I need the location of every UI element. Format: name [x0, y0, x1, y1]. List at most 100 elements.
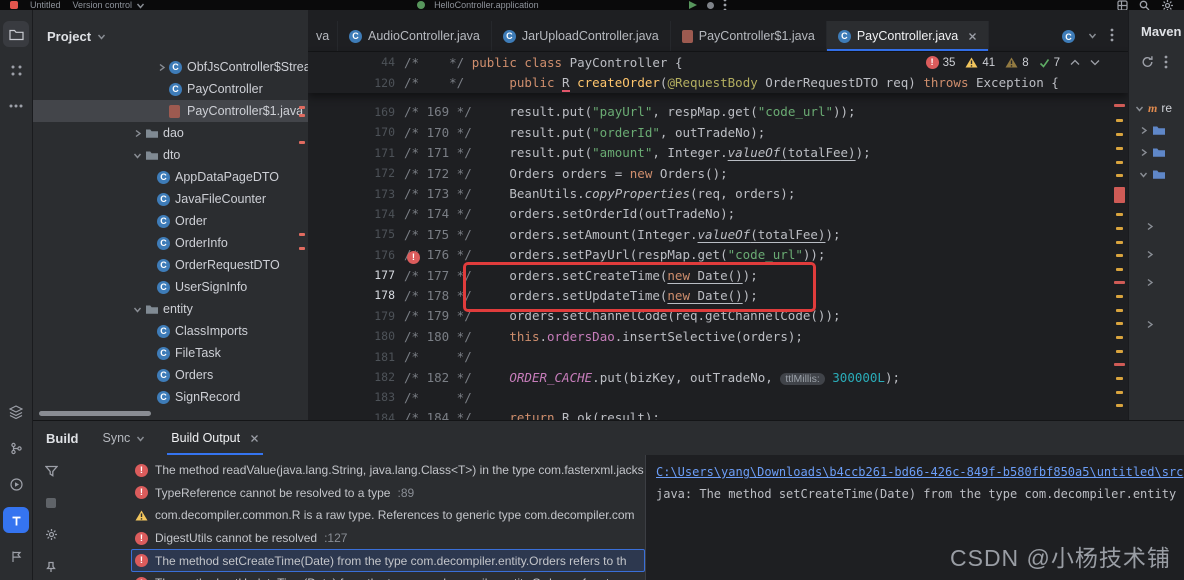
line-number[interactable]: 172: [308, 166, 404, 180]
debug-icon[interactable]: [707, 2, 714, 9]
line-number[interactable]: 171: [308, 146, 404, 160]
line-number[interactable]: 184: [308, 411, 404, 420]
tree-item-paycontroller[interactable]: CPayController: [33, 78, 308, 100]
build-message[interactable]: !The method setCreateTime(Date) from the…: [131, 549, 645, 572]
more-actions-icon[interactable]: [723, 0, 727, 10]
more-tool-windows-button[interactable]: [3, 93, 29, 119]
class-icon[interactable]: C: [1062, 29, 1075, 44]
horizontal-scrollbar[interactable]: [39, 411, 151, 416]
chevron-right-icon[interactable]: [153, 63, 169, 72]
weak-warning-count[interactable]: 8: [1005, 57, 1028, 69]
code-line[interactable]: 179/* 179 */ orders.setChannelCode(req.g…: [308, 306, 1128, 326]
maven-item[interactable]: [1145, 244, 1154, 264]
project-name-menu[interactable]: Untitled: [30, 0, 61, 10]
build-message[interactable]: !The method readValue(java.lang.String, …: [131, 459, 645, 482]
tree-item-orderinfo[interactable]: COrderInfo: [33, 232, 308, 254]
line-number[interactable]: 180: [308, 329, 404, 343]
code-line[interactable]: 120/* */ public R createOrder(@RequestBo…: [308, 72, 1128, 92]
line-number[interactable]: 183: [308, 390, 404, 404]
version-control-button[interactable]: [3, 435, 29, 461]
stop-icon[interactable]: [46, 497, 56, 511]
build-message[interactable]: !DigestUtils cannot be resolved:127: [131, 527, 645, 550]
tree-item-signrecord[interactable]: CSignRecord: [33, 386, 308, 408]
file-path-link[interactable]: C:\Users\yang\Downloads\b4ccb261-bd66-42…: [656, 465, 1180, 479]
code-line[interactable]: 171/* 171 */ result.put("amount", Intege…: [308, 143, 1128, 163]
build-tab-sync[interactable]: Sync: [99, 421, 150, 455]
tree-item-classimports[interactable]: CClassImports: [33, 320, 308, 342]
code-line[interactable]: 180/* 180 */ this.ordersDao.insertSelect…: [308, 326, 1128, 346]
settings-gear-icon[interactable]: [1161, 0, 1174, 10]
chevron-down-icon[interactable]: [129, 305, 145, 314]
chevron-down-icon[interactable]: [1088, 29, 1097, 43]
services-button[interactable]: [3, 399, 29, 425]
tree-item-order[interactable]: COrder: [33, 210, 308, 232]
maven-item[interactable]: [1145, 314, 1154, 334]
kebab-icon[interactable]: [1110, 28, 1114, 45]
tree-item-entity[interactable]: entity: [33, 298, 308, 320]
maven-item[interactable]: [1139, 164, 1166, 184]
bookmarks-button[interactable]: [3, 543, 29, 569]
line-number[interactable]: 176: [308, 248, 404, 262]
app-logo-icon[interactable]: [10, 1, 18, 9]
prev-problem-button[interactable]: [1070, 59, 1080, 66]
code-line[interactable]: 170/* 170 */ result.put("orderId", outTr…: [308, 122, 1128, 142]
tree-item-javafilecounter[interactable]: CJavaFileCounter: [33, 188, 308, 210]
vcs-widget[interactable]: Version control: [73, 0, 146, 10]
code-line[interactable]: 184/* 184 */ return R.ok(result);: [308, 408, 1128, 420]
error-count[interactable]: ! 35: [926, 56, 956, 69]
code-editor[interactable]: 169/* 169 */ result.put("payUrl", respMa…: [308, 93, 1128, 420]
line-number[interactable]: 173: [308, 187, 404, 201]
line-number[interactable]: 174: [308, 207, 404, 221]
run-button[interactable]: [3, 471, 29, 497]
chevron-right-icon[interactable]: [129, 129, 145, 138]
line-number[interactable]: 182: [308, 370, 404, 384]
line-number[interactable]: 120: [308, 76, 404, 90]
code-line[interactable]: 169/* 169 */ result.put("payUrl", respMa…: [308, 102, 1128, 122]
pin-icon[interactable]: [45, 561, 57, 576]
build-tab-build-output[interactable]: Build Output: [167, 421, 263, 455]
next-problem-button[interactable]: [1090, 59, 1100, 66]
run-play-icon[interactable]: [688, 0, 698, 10]
run-configuration[interactable]: HelloController.application: [417, 0, 727, 10]
editor-tab-audiocontroller-java[interactable]: CAudioController.java: [338, 21, 492, 51]
line-number[interactable]: 181: [308, 350, 404, 364]
tree-item-usersigninfo[interactable]: CUserSignInfo: [33, 276, 308, 298]
close-icon[interactable]: [968, 32, 977, 41]
project-panel-header[interactable]: Project: [33, 10, 308, 50]
code-line[interactable]: 173/* 173 */ BeanUtils.copyProperties(re…: [308, 183, 1128, 203]
code-line[interactable]: 175/* 175 */ orders.setAmount(Integer.va…: [308, 224, 1128, 244]
maven-item[interactable]: [1139, 142, 1166, 162]
code-line[interactable]: 183/* */: [308, 387, 1128, 407]
editor-tab-paycontroller-java[interactable]: CPayController.java: [827, 21, 989, 51]
tree-item-orderrequestdto[interactable]: COrderRequestDTO: [33, 254, 308, 276]
close-icon[interactable]: [250, 434, 259, 443]
code-line[interactable]: 182/* 182 */ ORDER_CACHE.put(bizKey, out…: [308, 367, 1128, 387]
maven-item[interactable]: mre: [1135, 98, 1172, 118]
tree-item-paycontroller-1-java[interactable]: PayController$1.java: [33, 100, 308, 122]
tree-item-orders[interactable]: COrders: [33, 364, 308, 386]
code-line[interactable]: 181/* */: [308, 346, 1128, 366]
gear-icon[interactable]: [45, 528, 58, 544]
code-line[interactable]: 176!/* 176 */ orders.setPayUrl(respMap.g…: [308, 245, 1128, 265]
build-message[interactable]: !TypeReference cannot be resolved to a t…: [131, 482, 645, 505]
line-number[interactable]: 44: [308, 55, 404, 69]
line-number[interactable]: 178: [308, 288, 404, 302]
maven-item[interactable]: [1145, 216, 1154, 236]
code-line[interactable]: 172/* 172 */ Orders orders = new Orders(…: [308, 163, 1128, 183]
search-icon[interactable]: [1139, 0, 1150, 10]
project-button[interactable]: [3, 21, 29, 47]
editor-tab-paycontroller-1-java[interactable]: PayController$1.java: [671, 21, 827, 51]
maven-item[interactable]: [1139, 120, 1166, 140]
warning-count[interactable]: 41: [965, 57, 995, 69]
funnel-icon[interactable]: [45, 465, 58, 480]
editor-tab-jaruploadcontroller-java[interactable]: CJarUploadController.java: [492, 21, 671, 51]
layout-icon[interactable]: [1117, 0, 1128, 10]
tree-item-dto[interactable]: dto: [33, 144, 308, 166]
tree-item-appdatapagedto[interactable]: CAppDataPageDTO: [33, 166, 308, 188]
tree-item-obfjscontroller-stream[interactable]: CObfJsController$Stream: [33, 56, 308, 78]
line-number[interactable]: 179: [308, 309, 404, 323]
tree-item-filetask[interactable]: CFileTask: [33, 342, 308, 364]
line-number[interactable]: 175: [308, 227, 404, 241]
line-number[interactable]: 169: [308, 105, 404, 119]
code-line[interactable]: 178/* 178 */ orders.setUpdateTime(new Da…: [308, 285, 1128, 305]
